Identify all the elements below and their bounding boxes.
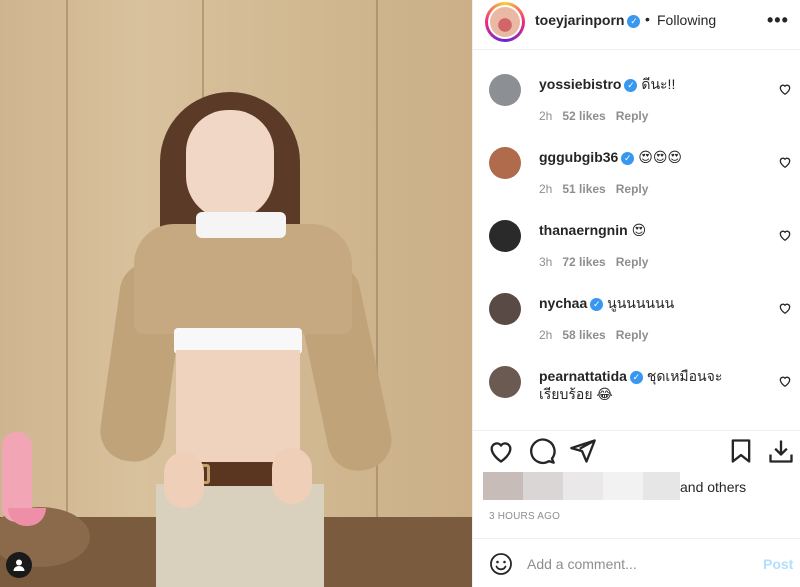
comment-reply-button[interactable]: Reply — [616, 255, 649, 269]
comment-input[interactable] — [527, 551, 747, 577]
blurred-likers — [563, 472, 603, 500]
comment-text: นูนนนนนน — [607, 295, 675, 311]
verified-badge-icon: ✓ — [621, 151, 635, 165]
comment-like-heart-icon[interactable] — [778, 228, 792, 242]
heart-outline-icon[interactable] — [487, 437, 515, 465]
comment-reply-button[interactable]: Reply — [616, 109, 649, 123]
post-timestamp[interactable]: 3 HOURS AGO — [489, 511, 560, 522]
comment-item: thanaerngnin 😍 3h 72 likes Reply — [473, 206, 800, 280]
comment-username[interactable]: pearnattatida — [539, 368, 627, 384]
wall-panel-seam — [66, 0, 68, 587]
comment-username[interactable]: nychaa — [539, 295, 587, 311]
separator-dot: • — [645, 11, 650, 27]
author-username[interactable]: toeyjarinporn ✓ — [535, 12, 641, 28]
and-others-label[interactable]: and others — [680, 479, 746, 495]
comment-likes[interactable]: 58 likes — [562, 328, 605, 342]
author-avatar-image — [490, 7, 520, 37]
verified-badge-icon: ✓ — [629, 370, 643, 384]
comment-like-heart-icon[interactable] — [778, 301, 792, 315]
comment-likes[interactable]: 52 likes — [562, 109, 605, 123]
comment-text: 😍 — [631, 222, 647, 238]
comment-reply-button[interactable]: Reply — [616, 182, 649, 196]
comment-avatar[interactable] — [489, 74, 521, 106]
comment-item: nychaa ✓ นูนนนนนน 2h 58 likes Reply — [473, 279, 800, 353]
following-button[interactable]: Following — [657, 12, 716, 28]
verified-badge-icon: ✓ — [624, 78, 638, 92]
comment-username[interactable]: yossiebistro — [539, 76, 621, 92]
more-options-icon[interactable]: ••• — [767, 10, 789, 31]
comment-item: gggubgib36 ✓ 😍😍😍 2h 51 likes Reply — [473, 133, 800, 207]
comment-bubble-icon[interactable] — [528, 437, 556, 465]
comment-time: 3h — [539, 255, 553, 269]
post-header: toeyjarinporn ✓ • Following ••• — [473, 0, 800, 50]
comment-username[interactable]: thanaerngnin — [539, 222, 628, 238]
comment-time: 2h — [539, 182, 553, 196]
shirt-collar — [196, 212, 286, 238]
blurred-likers — [603, 472, 643, 500]
comment-item: pearnattatida ✓ ชุดเหมือนจะเรียบร้อย 😂 — [473, 352, 800, 426]
left-hand — [164, 452, 204, 508]
comment-likes[interactable]: 51 likes — [562, 182, 605, 196]
comment-like-heart-icon[interactable] — [778, 374, 792, 388]
comment-avatar[interactable] — [489, 220, 521, 252]
blurred-likers — [523, 472, 563, 500]
emoji-icon[interactable] — [489, 552, 513, 576]
comment-composer: Post — [473, 538, 800, 587]
comment-reply-button[interactable]: Reply — [616, 328, 649, 342]
download-icon[interactable] — [767, 437, 795, 465]
sweater — [134, 224, 352, 334]
comment-like-heart-icon[interactable] — [778, 155, 792, 169]
post-button[interactable]: Post — [763, 556, 793, 572]
blurred-likers — [483, 472, 523, 500]
bookmark-icon[interactable] — [727, 437, 755, 465]
verified-badge-icon: ✓ — [590, 297, 604, 311]
post-sidebar: toeyjarinporn ✓ • Following ••• yossiebis… — [472, 0, 800, 587]
blurred-likers — [643, 472, 680, 500]
person-figure — [96, 92, 398, 587]
comment-avatar[interactable] — [489, 147, 521, 179]
comment-time: 2h — [539, 328, 553, 342]
comment-avatar[interactable] — [489, 293, 521, 325]
comment-text: 😍😍😍 — [638, 149, 683, 165]
comment-like-heart-icon[interactable] — [778, 82, 792, 96]
paper-plane-icon[interactable] — [569, 437, 597, 465]
comment-avatar[interactable] — [489, 366, 521, 398]
liked-by-row[interactable]: and others — [483, 472, 793, 502]
post-photo[interactable] — [0, 0, 472, 587]
comment-item: yossiebistro ✓ ดีนะ!! 2h 52 likes Reply — [473, 60, 800, 134]
right-hand — [272, 448, 312, 504]
comment-text: ดีนะ!! — [641, 76, 676, 92]
comment-likes[interactable]: 72 likes — [562, 255, 605, 269]
author-avatar[interactable] — [485, 2, 525, 42]
comment-time: 2h — [539, 109, 553, 123]
tagged-user-icon[interactable] — [6, 552, 32, 578]
face — [186, 110, 274, 220]
comment-username[interactable]: gggubgib36 — [539, 149, 618, 165]
author-username-text: toeyjarinporn — [535, 12, 625, 28]
action-bar — [473, 430, 800, 470]
verified-badge-icon: ✓ — [627, 14, 641, 28]
